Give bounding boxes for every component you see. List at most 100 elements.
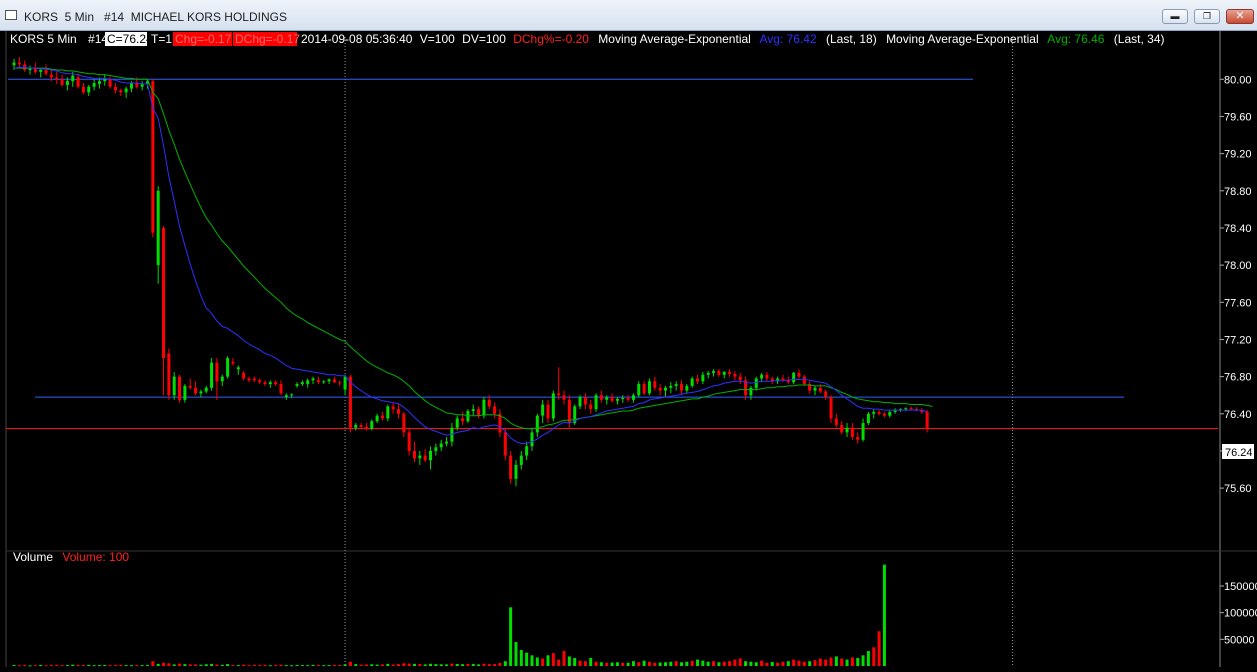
candle-body	[749, 387, 753, 396]
volume-bar	[685, 661, 689, 666]
candle-body	[605, 397, 609, 400]
candle-body	[231, 361, 235, 364]
candle-body	[685, 385, 689, 391]
candle-body	[258, 380, 262, 383]
candle-body	[738, 376, 742, 381]
volume-bar	[364, 664, 368, 666]
candle-body	[290, 394, 294, 396]
volume-bar	[717, 662, 721, 666]
price-volume-chart[interactable]: 80.00 79.60 79.20 78.80 78.40 78.00 77.60 77.20…	[0, 31, 1257, 667]
chart-area[interactable]: 80.00 79.60 79.20 78.80 78.40 78.00 77.60 77.20…	[0, 31, 1257, 667]
candle-body	[81, 86, 85, 93]
candle-body	[765, 374, 769, 379]
restore-button[interactable]: ❐	[1194, 9, 1220, 24]
candle-body	[482, 399, 486, 416]
volume-bar	[439, 664, 443, 666]
price-tick-label: 76.40	[1224, 409, 1252, 421]
candle-body	[295, 384, 299, 386]
volume-bar	[647, 661, 651, 666]
volume-bar	[167, 663, 171, 666]
volume-bar	[690, 660, 694, 666]
volume-bar	[284, 665, 288, 667]
candle-body	[12, 62, 16, 66]
candle-body	[829, 397, 833, 419]
candle-body	[119, 90, 123, 93]
candle-body	[199, 391, 203, 394]
volume-bar	[861, 655, 865, 666]
volume-bar	[797, 660, 801, 666]
candle-body	[76, 77, 80, 87]
price-tick-label: 77.20	[1224, 334, 1252, 346]
volume-bar	[226, 664, 230, 666]
candle-body	[316, 380, 320, 383]
volume-bar	[204, 664, 208, 666]
candle-body	[589, 404, 593, 410]
volume-bar	[840, 658, 844, 666]
price-tick-label: 79.20	[1224, 149, 1252, 161]
volume-bar	[610, 662, 614, 666]
volume-bar	[306, 665, 310, 667]
volume-bar	[845, 659, 849, 666]
volume-bar	[749, 661, 753, 666]
candle-body	[284, 395, 288, 398]
candle-body	[210, 362, 214, 388]
minimize-button[interactable]: ▬	[1162, 9, 1188, 24]
volume-bar	[658, 662, 662, 666]
candle-body	[813, 387, 817, 391]
candle-body	[129, 83, 133, 89]
candle-body	[824, 391, 828, 398]
volume-bar	[856, 658, 860, 666]
candle-body	[567, 399, 571, 424]
volume-bar	[135, 665, 139, 667]
candle-body	[327, 379, 331, 382]
volume-bar	[669, 661, 673, 666]
candle-body	[434, 447, 438, 451]
volume-bar	[49, 665, 53, 667]
volume-bar	[744, 661, 748, 666]
candle-body	[674, 384, 678, 386]
candle-body	[680, 384, 683, 391]
volume-bar	[882, 564, 886, 666]
volume-bar	[236, 665, 240, 667]
volume-bar	[503, 661, 507, 666]
volume-bar	[674, 661, 678, 666]
volume-bar	[578, 660, 582, 666]
close-button[interactable]: ✕	[1226, 9, 1254, 24]
candle-body	[888, 411, 892, 416]
volume-bar	[413, 663, 416, 666]
header-ma2-params: (Last, 34)	[1114, 32, 1165, 46]
candle-body	[407, 432, 411, 451]
header-dv: DV=100	[462, 32, 506, 46]
candle-body	[242, 372, 246, 379]
window-title: KORS 5 Min #14 MICHAEL KORS HOLDINGS	[24, 10, 287, 24]
volume-bar	[605, 662, 609, 666]
volume-bar	[653, 662, 657, 666]
volume-bar	[477, 664, 481, 666]
volume-bar	[621, 662, 625, 666]
header-v: V=100	[420, 32, 455, 46]
candle-body	[194, 387, 198, 394]
volume-bar	[509, 607, 513, 666]
volume-bar	[215, 664, 219, 666]
candle-body	[429, 450, 433, 461]
candle-body	[487, 399, 491, 407]
candle-body	[663, 387, 667, 391]
volume-bar	[461, 664, 465, 666]
candle-body	[247, 378, 251, 381]
candle-body	[402, 413, 406, 433]
volume-bar	[418, 664, 422, 666]
chart-header: KORS 5 Min #14	[10, 32, 108, 46]
volume-bar	[242, 664, 246, 666]
volume-bar	[316, 665, 320, 667]
candle-body	[49, 74, 53, 78]
candle-body	[658, 387, 662, 391]
volume-bar	[541, 658, 545, 666]
volume-bar	[792, 659, 796, 666]
volume-bar	[396, 664, 400, 666]
price-tick-label: 78.80	[1224, 186, 1252, 198]
candle-body	[690, 378, 694, 386]
candle-body	[220, 376, 224, 382]
volume-bar	[119, 664, 123, 666]
candle-body	[477, 409, 481, 416]
volume-bar	[754, 662, 758, 666]
